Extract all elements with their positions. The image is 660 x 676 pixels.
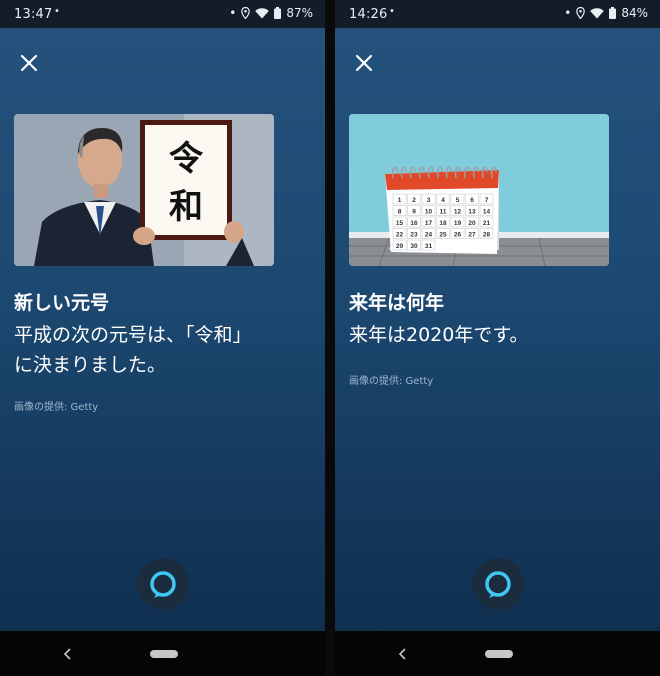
- close-button[interactable]: [16, 50, 42, 76]
- home-pill-icon[interactable]: [485, 650, 513, 658]
- calendar-day-label: 25: [439, 232, 447, 239]
- calendar-day-label: 30: [410, 243, 418, 250]
- calendar-day-label: 11: [440, 209, 447, 216]
- battery-percent: 84%: [621, 6, 648, 20]
- calendar-day-label: 14: [483, 209, 491, 216]
- calendar-day-label: 2: [412, 197, 416, 204]
- calendar-day-label: 21: [483, 220, 491, 227]
- phone-screen-2: 14:26 • • 84% 1 2 3 4 5 6 7 8 9 10 11 12…: [335, 0, 660, 676]
- battery-percent: 87%: [286, 6, 313, 20]
- alexa-ring-icon: [150, 571, 176, 598]
- calendar-day-label: 26: [454, 232, 462, 239]
- calendar-day-label: 17: [425, 220, 433, 227]
- calendar-day-label: 10: [425, 209, 433, 216]
- status-bar: 14:26 • • 84%: [335, 0, 660, 28]
- dot-icon: •: [229, 6, 237, 20]
- image-attribution: 画像の提供: Getty: [14, 402, 99, 413]
- status-time: 13:47: [14, 7, 53, 22]
- alexa-button[interactable]: [137, 558, 189, 610]
- card-body-line: 平成の次の元号は、「令和」: [14, 324, 252, 346]
- status-icons: • 87%: [229, 6, 313, 20]
- calendar-day-label: 22: [396, 232, 404, 239]
- calendar-day-label: 16: [410, 220, 418, 227]
- notification-dot-icon: •: [54, 6, 60, 17]
- card-content: 1 2 3 4 5 6 7 8 9 10 11 12 13 14 15 16 17 18 19 20 21 22 23 24 2…: [335, 28, 660, 631]
- home-pill-icon[interactable]: [150, 650, 178, 658]
- calendar-day-label: 19: [454, 220, 462, 227]
- card-body: 平成の次の元号は、「令和」 に決まりました。: [14, 320, 314, 380]
- calendar-day-label: 23: [410, 232, 418, 239]
- calendar-day-label: 1: [398, 197, 402, 204]
- card-body-line: 来年は2020年です。: [349, 324, 529, 346]
- dot-icon: •: [564, 6, 572, 20]
- location-icon: [241, 7, 251, 19]
- status-bar: 13:47 • • 87%: [0, 0, 325, 28]
- alexa-ring-icon: [485, 571, 511, 598]
- calendar-day-label: 24: [425, 232, 433, 239]
- calendar-day-label: 7: [485, 197, 489, 204]
- calendar-day-label: 15: [396, 220, 404, 227]
- card-content: 令 和 新しい元号 平成の次の元号は、「令和」 に決まりました。 画像の提供: …: [0, 28, 325, 631]
- phone-screen-1: 13:47 • • 87% 令 和 新しい元号 平成の次の元号は、「令和」 に決…: [0, 0, 325, 676]
- back-button[interactable]: [58, 645, 78, 663]
- location-icon: [576, 7, 586, 19]
- back-icon: [398, 648, 406, 660]
- calendar-day-label: 4: [441, 197, 445, 204]
- calendar-day-label: 8: [398, 209, 402, 216]
- card-image: 1 2 3 4 5 6 7 8 9 10 11 12 13 14 15 16 17 18 19 20 21 22 23 24 2…: [349, 114, 609, 266]
- calendar-day-label: 27: [468, 232, 476, 239]
- calendar-day-label: 18: [439, 220, 447, 227]
- calendar-day-label: 6: [470, 197, 474, 204]
- card-title: 来年は何年: [349, 292, 445, 314]
- back-icon: [63, 648, 71, 660]
- card-image: 令 和: [14, 114, 274, 266]
- status-icons: • 84%: [564, 6, 648, 20]
- close-button[interactable]: [351, 50, 377, 76]
- calendar-day-label: 29: [396, 243, 404, 250]
- navigation-bar: [335, 631, 660, 676]
- battery-icon: [609, 7, 617, 19]
- image-attribution: 画像の提供: Getty: [349, 376, 434, 387]
- wifi-icon: [255, 7, 270, 19]
- calendar-day-label: 9: [412, 209, 416, 216]
- calendar-day-label: 3: [427, 197, 431, 204]
- alexa-button[interactable]: [472, 558, 524, 610]
- calendar-day-label: 5: [456, 197, 460, 204]
- calendar-day-label: 12: [454, 209, 462, 216]
- sign-text-upper: 令: [169, 139, 204, 179]
- battery-icon: [274, 7, 282, 19]
- card-body: 来年は2020年です。: [349, 320, 649, 350]
- close-icon: [355, 54, 373, 72]
- calendar-day-label: 20: [468, 220, 476, 227]
- calendar-day-label: 28: [483, 232, 491, 239]
- sign-text-lower: 和: [169, 187, 203, 227]
- status-time: 14:26: [349, 7, 388, 22]
- card-title: 新しい元号: [14, 292, 110, 314]
- calendar-day-label: 13: [468, 209, 476, 216]
- back-button[interactable]: [393, 645, 413, 663]
- navigation-bar: [0, 631, 325, 676]
- wifi-icon: [590, 7, 605, 19]
- card-body-line: に決まりました。: [14, 354, 167, 376]
- close-icon: [20, 54, 38, 72]
- calendar-day-label: 31: [425, 243, 433, 250]
- notification-dot-icon: •: [389, 6, 395, 17]
